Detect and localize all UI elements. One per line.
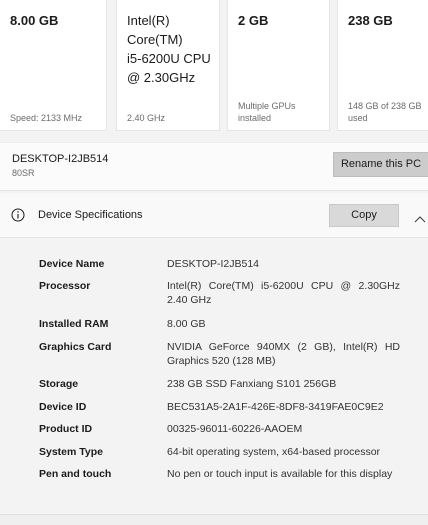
storage-used-line: used	[348, 113, 368, 123]
spec-label: Processor	[39, 280, 91, 292]
spec-label: System Type	[39, 446, 103, 458]
chevron-up-icon[interactable]	[414, 210, 426, 223]
storage-value: 238 GB	[348, 13, 393, 28]
device-specifications-list: Device Name DESKTOP-I2JB514 Processor In…	[0, 238, 428, 515]
spec-value: NVIDIA GeForce 940MX (2 GB), Intel(R) HD…	[167, 341, 400, 367]
processor-speed: 2.40 GHz	[127, 113, 166, 123]
spec-label: Pen and touch	[39, 468, 112, 480]
device-name: DESKTOP-I2JB514	[12, 153, 109, 165]
copy-button[interactable]: Copy	[329, 204, 399, 227]
rename-pc-button[interactable]: Rename this PC	[333, 152, 428, 177]
spec-value: 8.00 GB	[167, 318, 206, 330]
processor-line: @ 2.30GHz	[127, 70, 196, 85]
spec-label: Graphics Card	[39, 341, 112, 353]
processor-line: i5-6200U CPU	[127, 51, 211, 66]
storage-card: 238 GB 148 GB of 238 GB used	[337, 0, 428, 131]
device-name-bar: DESKTOP-I2JB514 80SR Rename this PC	[0, 142, 428, 191]
graphics-note: Multiple GPUs installed	[238, 100, 296, 124]
ram-speed: Speed: 2133 MHz	[10, 113, 83, 123]
processor-value: Intel(R) Core(TM) i5-6200U CPU @ 2.30GHz	[127, 11, 211, 87]
spec-value: 64-bit operating system, x64-based proce…	[167, 446, 381, 458]
spec-value: No pen or touch input is available for t…	[167, 468, 393, 480]
spec-label: Product ID	[39, 423, 93, 435]
device-model: 80SR	[12, 168, 35, 178]
ram-card: 8.00 GB Speed: 2133 MHz	[0, 0, 107, 131]
device-specifications-header[interactable]: Device Specifications Copy	[0, 193, 428, 238]
next-section-edge	[0, 515, 428, 525]
graphics-card: 2 GB Multiple GPUs installed	[227, 0, 330, 131]
spec-label: Device ID	[39, 401, 87, 413]
spec-value: 00325-96011-60226-AAOEM	[167, 423, 303, 435]
summary-cards: 8.00 GB Speed: 2133 MHz Intel(R) Core(TM…	[0, 0, 428, 132]
spec-value: DESKTOP-I2JB514	[167, 258, 260, 270]
graphics-note-line: installed	[238, 113, 272, 123]
processor-card: Intel(R) Core(TM) i5-6200U CPU @ 2.30GHz…	[116, 0, 220, 131]
spec-label: Storage	[39, 378, 79, 390]
spec-value: 238 GB SSD Fanxiang S101 256GB	[167, 378, 337, 390]
processor-line: Core(TM)	[127, 32, 183, 47]
spec-label: Device Name	[39, 258, 105, 270]
storage-used-line: 148 GB of 238 GB	[348, 101, 422, 111]
graphics-value: 2 GB	[238, 13, 269, 28]
processor-line: Intel(R)	[127, 13, 170, 28]
section-title: Device Specifications	[38, 209, 143, 221]
spec-value: Intel(R) Core(TM) i5-6200U CPU @ 2.30GHz…	[167, 280, 400, 306]
ram-value: 8.00 GB	[10, 13, 59, 28]
spec-value: BEC531A5-2A1F-426E-8DF8-3419FAE0C9E2	[167, 401, 384, 413]
storage-used: 148 GB of 238 GB used	[348, 100, 422, 124]
graphics-note-line: Multiple GPUs	[238, 101, 296, 111]
spec-label: Installed RAM	[39, 318, 109, 330]
info-icon	[11, 208, 25, 222]
